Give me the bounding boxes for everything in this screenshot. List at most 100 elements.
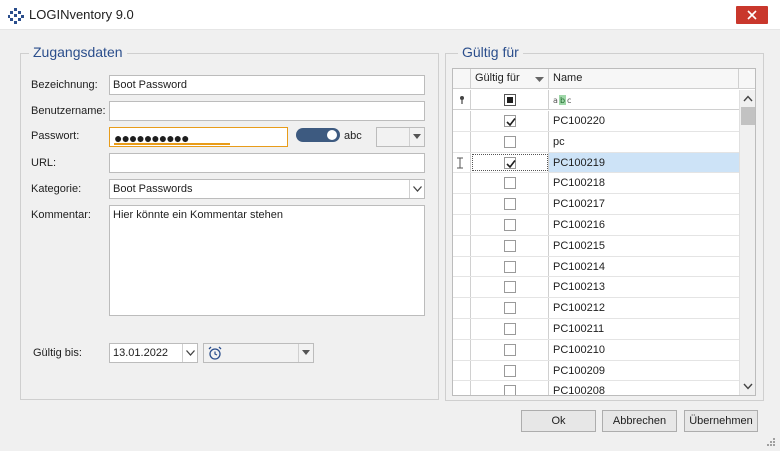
scroll-up-icon[interactable] [743, 95, 753, 102]
row-name-cell[interactable]: PC100215 [549, 236, 739, 256]
column-header-gueltig-fuer[interactable]: Gültig für [471, 69, 549, 89]
row-checkbox[interactable] [504, 364, 516, 377]
show-password-toggle[interactable] [296, 128, 340, 142]
row-checkbox[interactable] [504, 302, 516, 315]
row-checkbox-cell[interactable] [471, 214, 549, 235]
sort-dropdown-icon[interactable] [535, 77, 544, 82]
table-row[interactable]: PC100215 [453, 235, 739, 257]
row-checkbox[interactable] [504, 385, 516, 395]
reminder-combo[interactable] [203, 343, 314, 363]
table-row[interactable]: PC100213 [453, 277, 739, 299]
ok-button[interactable]: Ok [521, 410, 596, 432]
table-row[interactable]: PC100220 [453, 111, 739, 132]
row-checkbox[interactable] [504, 156, 516, 169]
row-checkbox[interactable] [504, 135, 516, 148]
row-name-cell[interactable]: PC100220 [549, 111, 739, 131]
password-strength-bar [114, 143, 230, 145]
row-indicator [453, 318, 471, 339]
table-row[interactable]: PC100219 [453, 152, 739, 174]
row-checkbox[interactable] [504, 239, 516, 252]
column-header-name[interactable]: Name [549, 69, 739, 89]
row-checkbox-cell[interactable] [471, 235, 549, 256]
row-name-cell[interactable]: PC100216 [549, 215, 739, 235]
row-name-cell[interactable]: PC100212 [549, 298, 739, 318]
password-generator-combo[interactable] [376, 127, 425, 147]
table-row[interactable]: pc [453, 131, 739, 153]
row-name-cell[interactable]: pc [549, 132, 739, 152]
passwort-input[interactable]: ●●●●●●●●●● [109, 127, 288, 147]
scroll-down-icon[interactable] [743, 383, 753, 390]
kategorie-dropdown[interactable] [409, 180, 424, 198]
scroll-thumb[interactable] [741, 107, 755, 125]
row-name-cell[interactable]: PC100210 [549, 340, 739, 360]
password-generator-dropdown[interactable] [409, 128, 424, 146]
table-row[interactable]: PC100211 [453, 318, 739, 340]
grid-vertical-scrollbar[interactable] [739, 90, 755, 395]
close-icon [747, 10, 757, 20]
passwort-label: Passwort: [31, 130, 80, 142]
row-checkbox[interactable] [504, 281, 516, 294]
name-filter-cell[interactable]: a b c [549, 90, 739, 109]
validity-legend: Gültig für [458, 44, 523, 60]
row-checkbox[interactable] [504, 218, 516, 231]
row-checkbox-cell[interactable] [471, 381, 549, 395]
table-row[interactable]: PC100214 [453, 256, 739, 278]
row-checkbox[interactable] [504, 343, 516, 356]
cancel-button[interactable]: Abbrechen [602, 410, 677, 432]
checkmark-icon [506, 159, 516, 168]
row-name-cell[interactable]: PC100213 [549, 277, 739, 297]
row-checkbox-cell[interactable] [471, 298, 549, 318]
filter-checkbox[interactable] [504, 94, 516, 106]
gueltig-bis-value: 13.01.2022 [113, 347, 169, 359]
reminder-dropdown[interactable] [298, 344, 313, 362]
row-checkbox-cell[interactable] [471, 318, 549, 339]
row-checkbox-cell[interactable] [471, 131, 549, 152]
table-row[interactable]: PC100208 [453, 381, 739, 395]
kategorie-select[interactable]: Boot Passwords [109, 179, 425, 199]
table-row[interactable]: PC100217 [453, 194, 739, 215]
bezeichnung-label: Bezeichnung: [31, 79, 98, 91]
row-checkbox-cell[interactable] [471, 277, 549, 298]
chevron-down-icon [413, 134, 421, 139]
kategorie-label: Kategorie: [31, 183, 82, 195]
row-checkbox[interactable] [504, 198, 516, 211]
apply-button[interactable]: Übernehmen [684, 410, 758, 432]
table-row[interactable]: PC100218 [453, 173, 739, 195]
row-indicator [453, 111, 471, 131]
filter-row: a b c [453, 90, 739, 110]
table-row[interactable]: PC100216 [453, 214, 739, 236]
row-checkbox-cell[interactable] [471, 360, 549, 381]
row-checkbox-cell[interactable] [471, 173, 549, 194]
row-name-cell[interactable]: PC100208 [549, 381, 739, 395]
kommentar-textarea[interactable]: Hier könnte ein Kommentar stehen [109, 205, 425, 316]
row-checkbox[interactable] [504, 322, 516, 335]
row-indicator [453, 235, 471, 256]
filter-checkbox-cell[interactable] [471, 90, 549, 109]
close-button[interactable] [736, 6, 768, 24]
filter-row-indicator [453, 90, 471, 109]
table-row[interactable]: PC100210 [453, 339, 739, 361]
table-row[interactable]: PC100209 [453, 360, 739, 382]
row-name-cell[interactable]: PC100214 [549, 257, 739, 277]
row-checkbox-cell[interactable] [471, 194, 549, 214]
table-row[interactable]: PC100212 [453, 298, 739, 319]
resize-grip-icon[interactable] [766, 437, 776, 447]
row-name-cell[interactable]: PC100211 [549, 319, 739, 339]
row-name-cell[interactable]: PC100219 [549, 152, 739, 173]
row-name-cell[interactable]: PC100209 [549, 361, 739, 381]
row-checkbox[interactable] [504, 260, 516, 273]
row-checkbox-cell[interactable] [471, 256, 549, 277]
benutzername-input[interactable] [109, 101, 425, 121]
gueltig-bis-date-input[interactable]: 13.01.2022 [109, 343, 198, 363]
column-header-gueltig-fuer-label: Gültig für [475, 72, 520, 84]
row-checkbox-cell[interactable] [471, 152, 549, 173]
row-name-cell[interactable]: PC100218 [549, 173, 739, 193]
row-checkbox-cell[interactable] [471, 111, 549, 131]
row-checkbox-cell[interactable] [471, 339, 549, 360]
bezeichnung-input[interactable]: Boot Password [109, 75, 425, 95]
date-picker-dropdown[interactable] [182, 344, 197, 362]
row-checkbox[interactable] [504, 177, 516, 190]
row-checkbox[interactable] [504, 115, 516, 127]
url-input[interactable] [109, 153, 425, 173]
row-name-cell[interactable]: PC100217 [549, 194, 739, 214]
